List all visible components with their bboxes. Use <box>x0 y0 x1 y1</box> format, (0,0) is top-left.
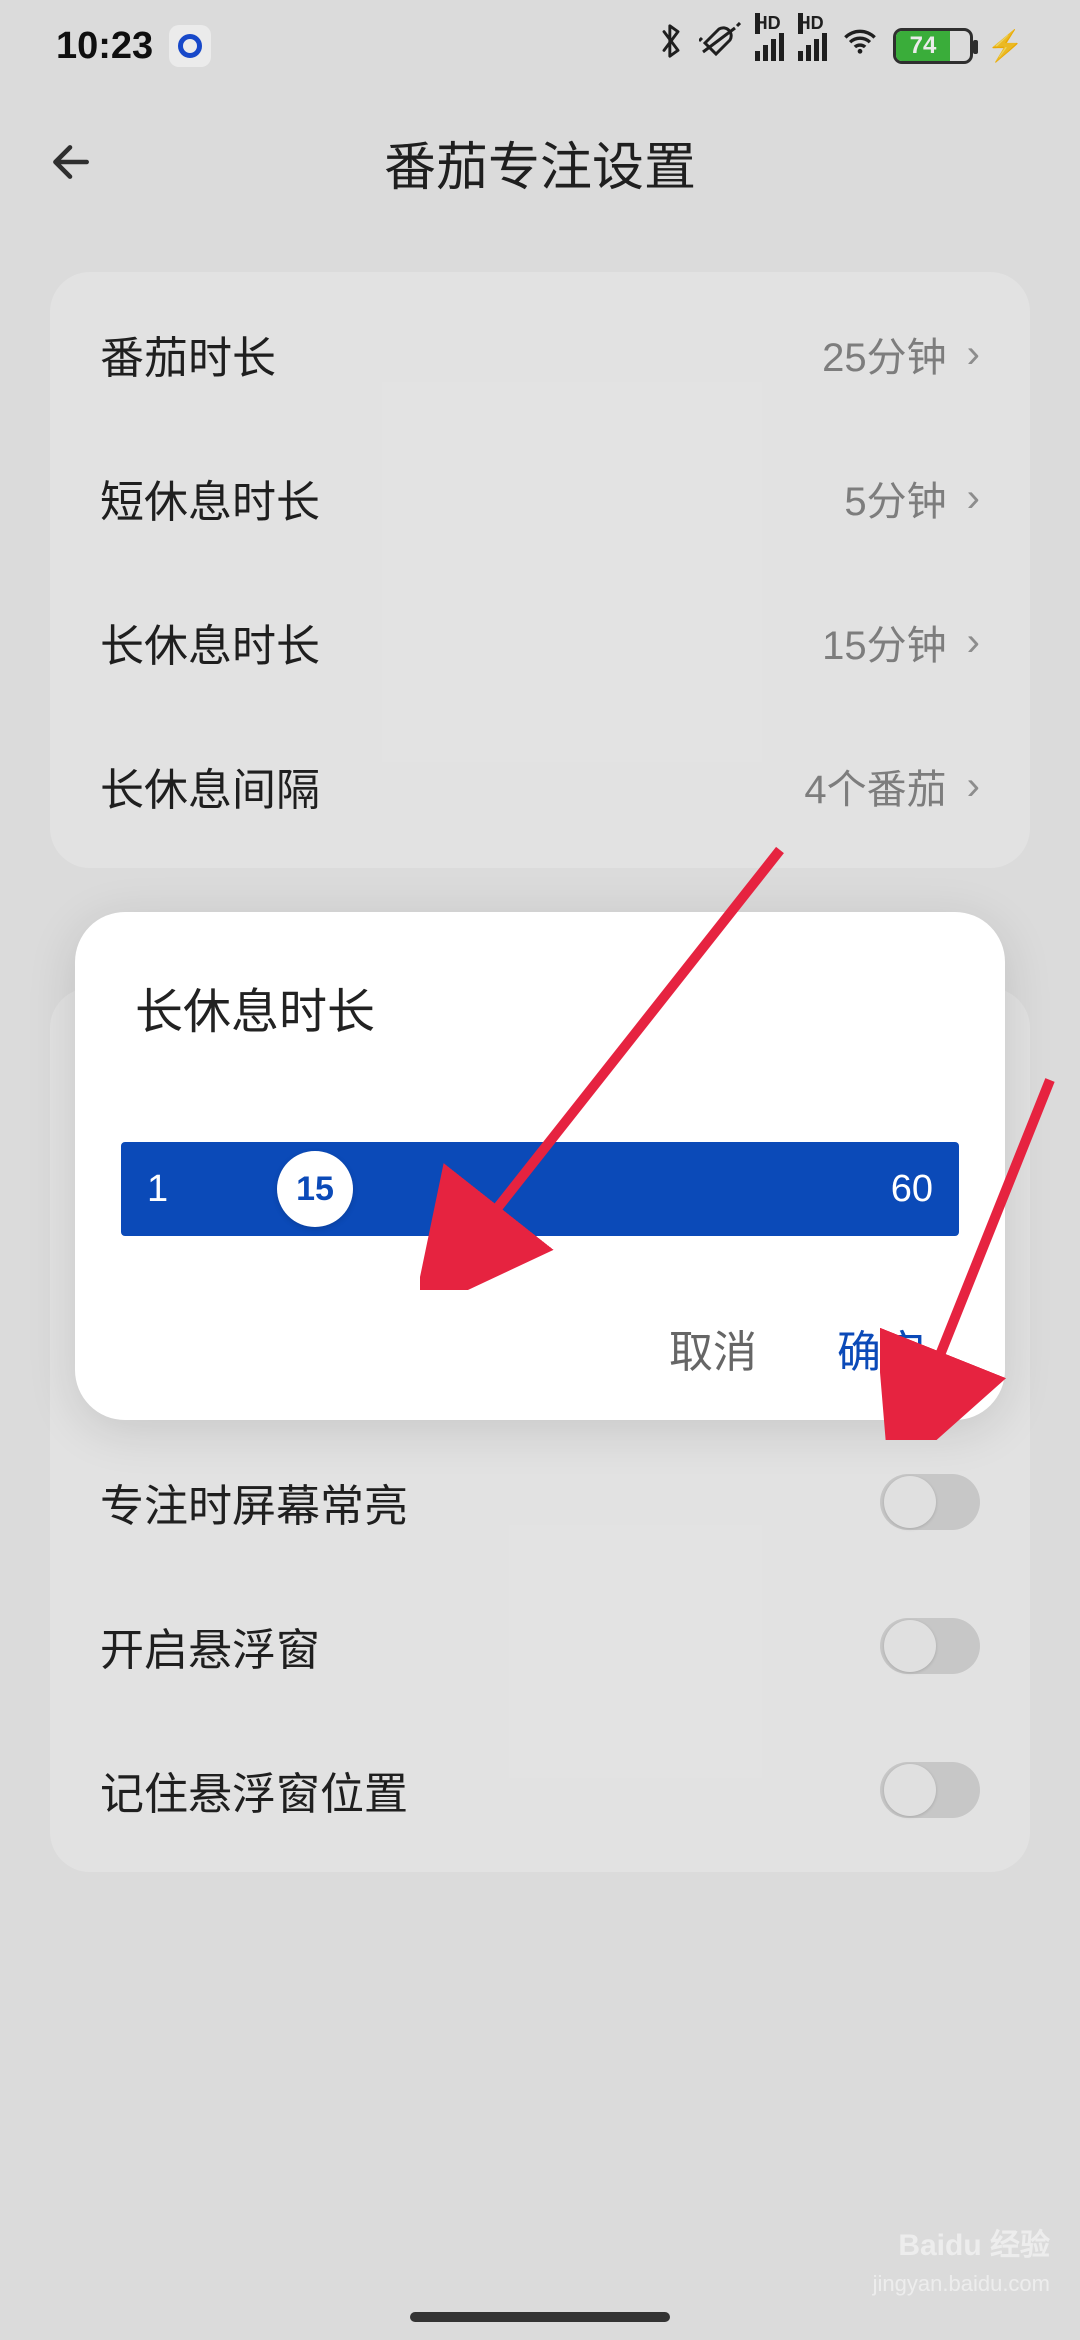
vibrate-icon <box>699 22 741 70</box>
ok-button[interactable]: 确定 <box>837 1316 925 1380</box>
signal-sim2-icon: HD <box>798 31 827 61</box>
chevron-right-icon: › <box>967 620 980 665</box>
slider-min-label: 1 <box>147 1168 168 1211</box>
row-short-break-duration[interactable]: 短休息时长 5分钟 › <box>50 426 1030 570</box>
slider-thumb[interactable]: 15 <box>277 1151 353 1227</box>
row-label: 长休息时长 <box>100 610 822 674</box>
signal-sim1-icon: HD <box>755 31 784 61</box>
page-title: 番茄专注设置 <box>100 125 980 200</box>
toggle-switch[interactable] <box>880 1474 980 1530</box>
back-button[interactable] <box>40 132 100 192</box>
row-label: 开启悬浮窗 <box>100 1614 880 1678</box>
status-time: 10:23 <box>56 25 153 68</box>
row-value: 4个番茄 <box>804 757 946 815</box>
row-long-break-interval[interactable]: 长休息间隔 4个番茄 › <box>50 714 1030 858</box>
chevron-right-icon: › <box>967 764 980 809</box>
row-label: 短休息时长 <box>100 466 844 530</box>
battery-icon: 74 <box>893 28 973 64</box>
title-bar: 番茄专注设置 <box>0 92 1080 232</box>
bluetooth-icon <box>657 22 685 70</box>
long-break-duration-dialog: 长休息时长 1 60 15 取消 确定 <box>75 912 1005 1420</box>
settings-group-duration: 番茄时长 25分钟 › 短休息时长 5分钟 › 长休息时长 15分钟 › 长休息… <box>50 272 1030 868</box>
row-value: 15分钟 <box>822 613 947 671</box>
status-bar: 10:23 HD HD 74 ⚡ <box>0 0 1080 92</box>
chevron-right-icon: › <box>967 476 980 521</box>
chevron-right-icon: › <box>967 332 980 377</box>
watermark-brand: Baidu 经验 <box>873 2228 1050 2264</box>
row-label: 专注时屏幕常亮 <box>100 1470 880 1534</box>
row-floating-window[interactable]: 开启悬浮窗 <box>50 1574 1030 1718</box>
watermark: Baidu 经验 jingyan.baidu.com <box>873 2228 1050 2300</box>
row-pomodoro-duration[interactable]: 番茄时长 25分钟 › <box>50 282 1030 426</box>
slider-max-label: 60 <box>891 1168 933 1211</box>
slider-track[interactable]: 1 60 <box>121 1142 959 1236</box>
toggle-switch[interactable] <box>880 1618 980 1674</box>
charging-icon: ⚡ <box>987 29 1024 64</box>
row-label: 番茄时长 <box>100 322 822 386</box>
home-indicator[interactable] <box>410 2312 670 2322</box>
row-screen-always-on[interactable]: 专注时屏幕常亮 <box>50 1430 1030 1574</box>
watermark-url: jingyan.baidu.com <box>873 2271 1050 2296</box>
row-remember-window-position[interactable]: 记住悬浮窗位置 <box>50 1718 1030 1862</box>
row-value: 25分钟 <box>822 325 947 383</box>
row-label: 长休息间隔 <box>100 754 804 818</box>
cancel-button[interactable]: 取消 <box>669 1316 757 1380</box>
row-long-break-duration[interactable]: 长休息时长 15分钟 › <box>50 570 1030 714</box>
toggle-switch[interactable] <box>880 1762 980 1818</box>
dialog-title: 长休息时长 <box>75 972 1005 1042</box>
duration-slider[interactable]: 1 60 15 <box>121 1142 959 1236</box>
camera-indicator-icon <box>169 25 211 67</box>
row-value: 5分钟 <box>844 469 946 527</box>
wifi-icon <box>841 22 879 70</box>
row-label: 记住悬浮窗位置 <box>100 1758 880 1822</box>
